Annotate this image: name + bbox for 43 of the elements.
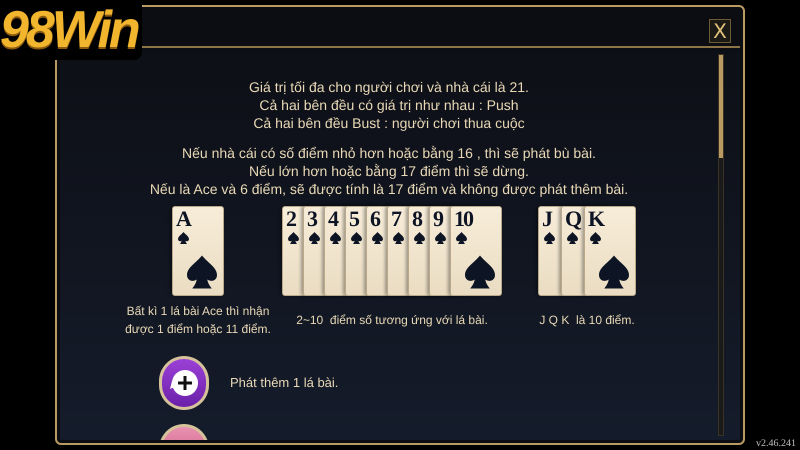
- card-rank: Q: [565, 208, 580, 230]
- rule-text: Nếu lớn hơn hoặc bằng 17 điểm thì sẽ dừng.: [249, 162, 529, 180]
- scrollbar[interactable]: [718, 54, 724, 436]
- spade-icon: [187, 255, 217, 289]
- spade-icon: [351, 232, 362, 244]
- spade-icon: [178, 232, 189, 244]
- spade-icon: [330, 232, 341, 244]
- spade-icon: [544, 232, 555, 244]
- card-rank: 6: [370, 208, 379, 230]
- spade-icon: [590, 232, 601, 244]
- card-caption: J Q K là 10 điểm.: [539, 312, 635, 329]
- spade-icon: [435, 232, 446, 244]
- spade-icon: [567, 232, 578, 244]
- action-text: Phát thêm 1 lá bài.: [230, 374, 338, 392]
- spade-icon: [309, 232, 320, 244]
- card-rank: 10: [454, 208, 472, 230]
- rule-text: Nếu là Ace và 6 điểm, sẽ được tính là 17 điểm và không được phát thêm bài.: [150, 180, 628, 198]
- card-rank: 4: [328, 208, 337, 230]
- card-rank: 8: [412, 208, 421, 230]
- rule-text: Cả hai bên đều Bust : người chơi thua cuộc: [253, 114, 525, 132]
- rule-text: Nếu nhà cái có số điểm nhỏ hơn hoặc bằng 16 , thì sẽ phát bù bài.: [182, 144, 596, 162]
- card-rank: J: [542, 208, 551, 230]
- spade-icon: [456, 232, 467, 244]
- add-card-icon: [159, 356, 209, 410]
- spade-icon: [414, 232, 425, 244]
- card-rank: A: [176, 208, 190, 230]
- card-caption: 2~10 điểm số tương ứng với lá bài.: [296, 312, 488, 329]
- spade-icon: [288, 232, 299, 244]
- card-rank: 3: [307, 208, 316, 230]
- card-rank: 9: [433, 208, 442, 230]
- rule-text: Giá trị tối đa cho người chơi và nhà cái là 21.: [249, 78, 529, 96]
- card-rank: K: [588, 208, 604, 230]
- spade-icon: [393, 232, 404, 244]
- spade-icon: [465, 255, 495, 289]
- card-rank: 5: [349, 208, 358, 230]
- close-button[interactable]: X: [709, 19, 731, 43]
- card-caption: Bất kì 1 lá bài Ace thì nhận được 1 điểm hoặc 11 điểm.: [124, 303, 272, 338]
- card-rank: 2: [286, 208, 295, 230]
- card-rank: 7: [391, 208, 400, 230]
- spade-icon: [372, 232, 383, 244]
- rule-text: Cả hai bên đều có giá trị như nhau : Push: [259, 96, 519, 114]
- spade-icon: [599, 255, 629, 289]
- version-text: v2.46.241: [756, 438, 796, 450]
